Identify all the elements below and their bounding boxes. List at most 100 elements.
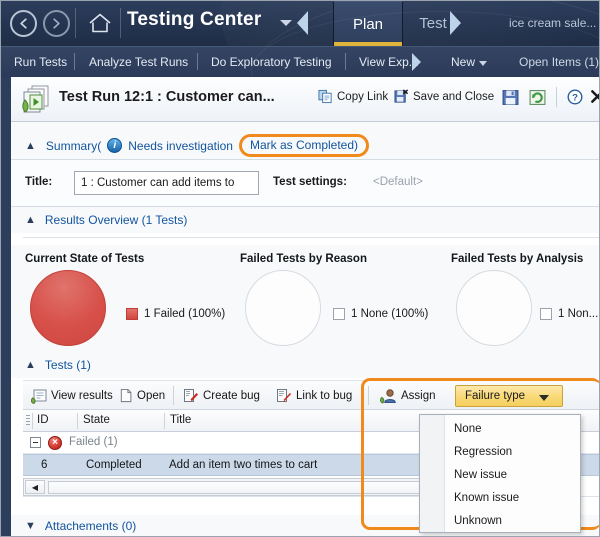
menu-item-new-issue[interactable]: New issue (446, 463, 581, 486)
close-button[interactable] (590, 89, 600, 104)
link-to-bug-button[interactable]: Link to bug (276, 388, 352, 404)
tabs-scroll-right-icon[interactable] (450, 11, 461, 35)
refresh-button[interactable] (529, 89, 546, 106)
scroll-left-button[interactable]: ◀ (25, 480, 45, 494)
results-charts: Current State of Tests 1 Failed (100%) F… (11, 245, 600, 352)
copy-link-icon (318, 89, 333, 104)
grid-column-header-title[interactable]: Title (170, 414, 191, 426)
collapse-box-icon[interactable] (30, 437, 41, 448)
arrow-left-circle-icon (16, 16, 31, 31)
help-button[interactable]: ? (567, 89, 583, 105)
section-divider-1 (23, 237, 600, 238)
save-and-close-button[interactable]: Save and Close (394, 89, 494, 104)
view-results-button[interactable]: View results (31, 388, 113, 404)
open-button[interactable]: Open (119, 388, 165, 403)
sub-navigation-bar: Run Tests Analyze Test Runs Do Explorato… (1, 46, 600, 77)
scrollbar-thumb[interactable] (48, 481, 438, 494)
tab-plan[interactable]: Plan (333, 1, 403, 46)
subnav-item-do-exploratory-testing[interactable]: Do Exploratory Testing (211, 55, 332, 69)
top-navigation-bar: Testing Center Plan Test ice cream sale.… (1, 1, 600, 46)
subnav-item-view-exp[interactable]: View Exp... (359, 55, 419, 69)
create-bug-button[interactable]: Create bug (183, 388, 260, 404)
summary-collapse-icon[interactable]: ▲ (25, 140, 36, 152)
grid-col-divider-1[interactable] (77, 413, 78, 429)
menu-item-unknown[interactable]: Unknown (446, 509, 581, 532)
tests-collapse-icon[interactable]: ▲ (25, 359, 36, 371)
attachments-heading[interactable]: Attachements (0) (45, 519, 136, 533)
results-overview-heading[interactable]: Results Overview (1 Tests) (45, 213, 187, 227)
grid-col-divider-2[interactable] (164, 413, 165, 429)
copy-link-button[interactable]: Copy Link (318, 89, 388, 104)
info-icon-glyph: i (113, 140, 116, 151)
link-to-bug-label: Link to bug (296, 390, 352, 402)
menu-item-known-issue[interactable]: Known issue (446, 486, 581, 509)
tab-test-label: Test (419, 15, 447, 32)
back-button[interactable] (10, 10, 37, 37)
save-button[interactable] (502, 89, 519, 106)
summary-state-text: Needs investigation (128, 139, 233, 153)
cell-id: 6 (41, 459, 47, 471)
mark-as-completed-link[interactable]: Mark as Completed) (250, 138, 358, 152)
tests-heading[interactable]: Tests (1) (45, 358, 91, 372)
chevron-down-icon[interactable] (479, 61, 487, 66)
cell-state: Completed (86, 459, 142, 471)
left-rail (1, 77, 11, 537)
save-and-close-label: Save and Close (413, 91, 494, 103)
open-label: Open (137, 390, 165, 402)
failure-type-dropdown-button[interactable]: Failure type (455, 385, 563, 407)
info-icon: i (107, 138, 122, 153)
pie-chart-failed-by-analysis (456, 270, 532, 346)
cell-title: Add an item two times to cart (169, 459, 317, 471)
assign-user-icon (380, 388, 397, 404)
open-items-link[interactable]: Open Items (1) (519, 55, 599, 69)
assign-button[interactable]: Assign (380, 388, 436, 404)
chevron-down-icon[interactable] (280, 20, 292, 26)
home-button[interactable] (87, 11, 113, 35)
new-menu-button[interactable]: New (451, 55, 475, 69)
menu-gutter (420, 415, 445, 532)
assign-label: Assign (401, 390, 436, 402)
menu-item-none[interactable]: None (446, 417, 581, 440)
legend-failed-by-analysis: 1 Non... (540, 308, 598, 320)
link-to-bug-icon (276, 388, 292, 404)
legend-failed-by-reason: 1 None (100%) (333, 308, 428, 320)
tabs-scroll-left-icon[interactable] (297, 11, 308, 35)
grid-horizontal-scrollbar[interactable]: ◀ (23, 478, 447, 496)
copy-link-label: Copy Link (337, 91, 388, 103)
grid-column-header-state[interactable]: State (83, 414, 110, 426)
project-name: ice cream sale... (509, 16, 596, 30)
arrow-right-circle-icon (49, 16, 64, 31)
menu-item-regression[interactable]: Regression (446, 440, 581, 463)
tab-plan-label: Plan (353, 16, 383, 33)
title-input[interactable] (74, 171, 259, 195)
forward-button[interactable] (43, 10, 70, 37)
results-overview-section-header: ▲ Results Overview (1 Tests) (11, 207, 600, 233)
title-field-label: Title: (25, 176, 52, 188)
subnav-item-analyze-test-runs[interactable]: Analyze Test Runs (89, 55, 188, 69)
app-title: Testing Center (127, 9, 261, 31)
summary-label[interactable]: Summary( (46, 139, 101, 153)
create-bug-label: Create bug (203, 390, 260, 402)
document-header: Test Run 12:1 : Customer can... Copy Lin… (11, 77, 600, 122)
legend-current-state: 1 Failed (100%) (126, 308, 225, 320)
tests-section-header: ▲ Tests (1) (11, 352, 600, 378)
application-window: Testing Center Plan Test ice cream sale.… (0, 0, 600, 537)
failure-type-label: Failure type (465, 390, 525, 402)
grid-drag-handle-icon[interactable] (26, 415, 30, 427)
header-divider (556, 87, 557, 107)
document-title: Test Run 12:1 : Customer can... (59, 89, 275, 105)
legend-swatch-none (333, 308, 345, 320)
subnav-divider-3 (345, 53, 346, 70)
pie-chart-failed-by-reason (245, 270, 321, 346)
attachments-expand-icon[interactable]: ▼ (25, 520, 36, 532)
subnav-overflow-right-icon[interactable] (412, 53, 421, 71)
subnav-item-run-tests[interactable]: Run Tests (14, 55, 67, 69)
legend-swatch-non (540, 308, 552, 320)
create-bug-icon (183, 388, 199, 404)
results-overview-collapse-icon[interactable]: ▲ (25, 214, 36, 226)
refresh-icon (529, 89, 546, 106)
grid-column-header-id[interactable]: ID (37, 414, 49, 426)
chart-title-failed-by-reason: Failed Tests by Reason (240, 253, 367, 265)
error-circle-icon: × (48, 436, 62, 450)
grid-group-label: Failed (1) (69, 436, 118, 448)
